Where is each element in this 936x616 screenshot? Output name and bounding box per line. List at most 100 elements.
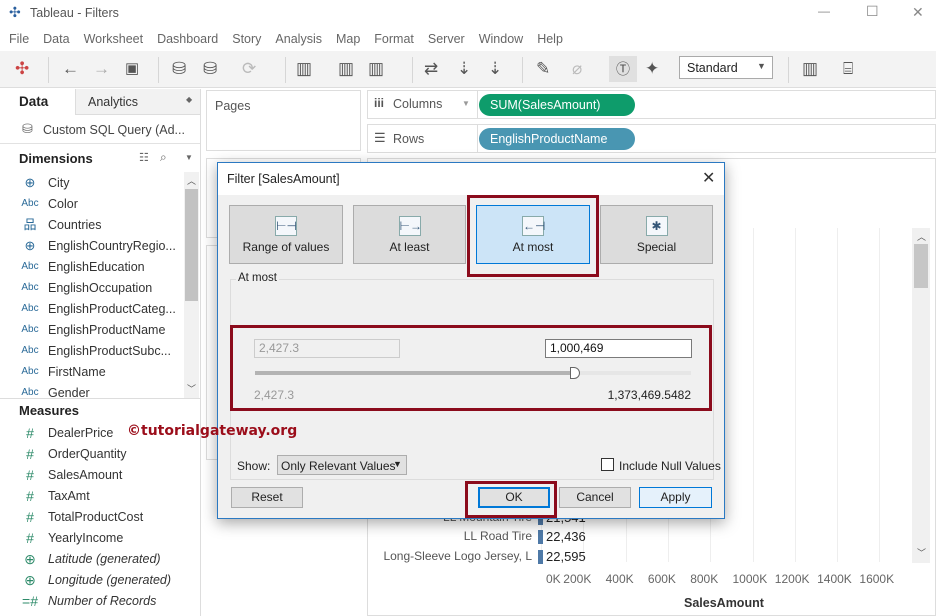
tab-analytics[interactable]: Analytics ◆: [75, 89, 200, 115]
pause-updates-icon[interactable]: ⛁: [203, 59, 217, 79]
globe-icon: ⊕: [24, 551, 36, 567]
fit-select[interactable]: Standard ▼: [679, 56, 773, 79]
menu-server[interactable]: Server: [421, 27, 472, 51]
menu-format[interactable]: Format: [367, 27, 421, 51]
x-axis-title: SalesAmount: [684, 596, 764, 610]
scroll-down-icon[interactable]: ﹀: [187, 382, 196, 395]
show-labels-icon[interactable]: Ⓣ: [609, 56, 637, 82]
menu-help[interactable]: Help: [530, 27, 570, 51]
tab-data[interactable]: Data: [0, 89, 75, 115]
fit-select-value: Standard: [687, 61, 738, 75]
scrollbar-thumb[interactable]: [185, 189, 198, 301]
scroll-up-icon[interactable]: ︿: [187, 174, 196, 187]
mode-special-button[interactable]: ✱ Special: [600, 205, 713, 264]
list-view-icon[interactable]: ☷: [139, 151, 149, 164]
highlight-box: [465, 481, 557, 518]
rows-pill[interactable]: EnglishProductName: [479, 128, 635, 150]
show-label: Show:: [237, 459, 271, 473]
menu-file[interactable]: File: [2, 27, 36, 51]
save-icon[interactable]: ▣: [125, 59, 139, 79]
datasource-item[interactable]: ⛁ Custom SQL Query (Ad...: [0, 117, 200, 144]
highlight-box: [230, 325, 712, 411]
database-icon: ⛁: [22, 121, 33, 136]
measure-label: OrderQuantity: [48, 447, 127, 461]
row-label: LL Road Tire: [463, 529, 532, 543]
scroll-down-icon[interactable]: ﹀: [917, 546, 926, 559]
datasource-label: Custom SQL Query (Ad...: [43, 123, 185, 137]
divider: [0, 398, 200, 399]
abc-icon: Abc: [21, 303, 39, 314]
title-bar: ✣ Tableau - Filters — ☐ ✕: [0, 0, 936, 27]
include-null-label[interactable]: Include Null Values: [619, 459, 721, 473]
apply-button[interactable]: Apply: [639, 487, 712, 508]
forward-icon[interactable]: →: [93, 59, 110, 79]
menu-story[interactable]: Story: [225, 27, 268, 51]
dimension-label: City: [48, 176, 70, 190]
dimension-label: Gender: [48, 386, 90, 400]
search-icon[interactable]: ⌕: [160, 150, 167, 165]
minimize-button[interactable]: —: [818, 4, 830, 18]
dimensions-scrollbar[interactable]: ︿ ﹀: [184, 172, 199, 398]
include-null-checkbox[interactable]: [601, 458, 614, 471]
group-label: At most: [236, 272, 279, 284]
close-button[interactable]: ✕: [912, 4, 924, 21]
columns-dropdown-icon[interactable]: ▼: [462, 99, 470, 108]
sort-arrows-icon: ◆: [186, 95, 193, 104]
mode-at-least-button[interactable]: ⊢→ At least: [353, 205, 466, 264]
measure-label: Number of Records: [48, 594, 157, 608]
dimension-label: EnglishOccupation: [48, 281, 153, 295]
menu-worksheet[interactable]: Worksheet: [77, 27, 151, 51]
sort-descending-icon[interactable]: ⇣: [488, 59, 502, 79]
show-me-icon[interactable]: ▥: [802, 59, 818, 79]
divider: [477, 91, 478, 118]
dimensions-menu-icon[interactable]: ▼: [185, 153, 193, 162]
menu-bar: File Data Worksheet Dashboard Story Analysis M…: [0, 27, 936, 51]
dimension-label: Color: [48, 197, 78, 211]
data-pane: Data Analytics ◆ ⛁ Custom SQL Query (Ad.…: [0, 89, 201, 616]
x-tick-label: 200K: [563, 572, 592, 586]
x-tick-label: 1000K: [732, 572, 768, 586]
maximize-button[interactable]: ☐: [866, 3, 879, 20]
rows-shelf[interactable]: ☰ Rows EnglishProductName: [367, 124, 936, 153]
arrow-right-icon: ⊢→: [398, 216, 422, 236]
presentation-icon[interactable]: ⌸: [843, 59, 853, 79]
clear-sheet-icon[interactable]: ▥: [368, 59, 384, 79]
menu-map[interactable]: Map: [329, 27, 367, 51]
menu-data[interactable]: Data: [36, 27, 76, 51]
scrollbar-thumb[interactable]: [914, 244, 928, 288]
tableau-home-icon[interactable]: ✣: [15, 59, 29, 79]
cancel-button[interactable]: Cancel: [559, 487, 631, 508]
special-icon: ✱: [645, 216, 668, 236]
mode-range-of-values-button[interactable]: ⊢⊣ Range of values: [229, 205, 343, 264]
scroll-up-icon[interactable]: ︿: [917, 230, 926, 243]
bar[interactable]: [538, 550, 543, 564]
new-datasource-icon[interactable]: ⛁: [172, 59, 186, 79]
sort-ascending-icon[interactable]: ⇣: [457, 59, 471, 79]
show-select[interactable]: Only Relevant Values ▼: [277, 455, 407, 475]
columns-pill[interactable]: SUM(SalesAmount): [479, 94, 635, 116]
menu-analysis[interactable]: Analysis: [268, 27, 329, 51]
tab-analytics-label: Analytics: [88, 95, 139, 109]
attach-icon[interactable]: ⌀: [572, 59, 582, 79]
mode-label: Range of values: [242, 240, 330, 254]
refresh-icon[interactable]: ⟳: [242, 59, 256, 79]
measure-label: TotalProductCost: [48, 510, 144, 524]
view-scrollbar[interactable]: ︿ ﹀: [912, 228, 930, 563]
globe-icon: ⊕: [24, 175, 36, 190]
dialog-close-icon[interactable]: ✕: [702, 168, 715, 188]
reset-button[interactable]: Reset: [231, 487, 303, 508]
menu-dashboard[interactable]: Dashboard: [150, 27, 225, 51]
bar[interactable]: [538, 530, 543, 544]
columns-shelf[interactable]: iii Columns ▼ SUM(SalesAmount): [367, 90, 936, 119]
duplicate-sheet-icon[interactable]: ▥: [338, 59, 354, 79]
new-worksheet-icon[interactable]: ▥: [296, 59, 312, 79]
gridline: [879, 228, 881, 562]
menu-window[interactable]: Window: [472, 27, 530, 51]
swap-icon[interactable]: ⇄: [424, 59, 438, 79]
measure-label: DealerPrice: [48, 426, 114, 440]
back-icon[interactable]: ←: [62, 59, 79, 79]
pin-icon[interactable]: ✦: [645, 59, 659, 79]
highlight-icon[interactable]: ✎: [536, 59, 550, 79]
columns-icon: iii: [374, 96, 385, 110]
toolbar: ✣ ← → ▣ ⛁ ⛁ ⟳ ▥ ▥ ▥ ⇄ ⇣ ⇣ ✎ ⌀ Ⓣ ✦ Standa…: [0, 51, 936, 88]
